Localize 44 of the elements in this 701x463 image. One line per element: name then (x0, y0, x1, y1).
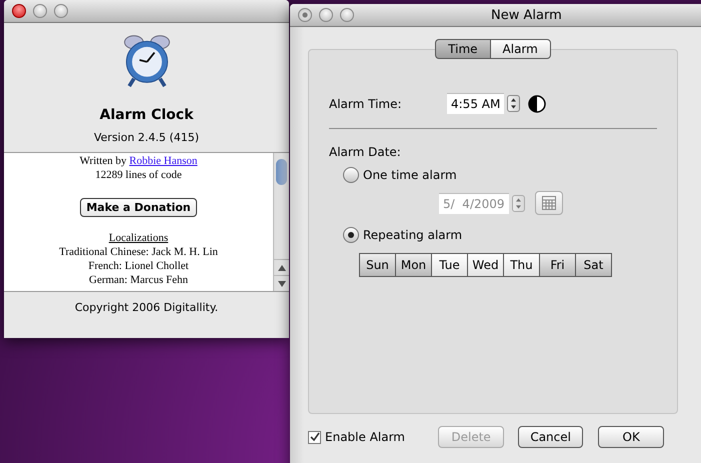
localization-credit: French: Lionel Chollet (87, 259, 190, 273)
weekday-toggle[interactable]: Mon (395, 253, 432, 277)
up-arrow-icon[interactable] (511, 98, 516, 102)
alarm-time-label: Alarm Time: (329, 96, 403, 110)
weekday-toggle[interactable]: Sun (359, 253, 396, 277)
checkmark-icon (310, 432, 320, 442)
calendar-button[interactable] (534, 191, 563, 215)
scroll-thumb[interactable] (276, 159, 287, 185)
weekday-toggle[interactable]: Tue (431, 253, 468, 277)
half-moon-icon (528, 94, 546, 112)
donation-button[interactable]: Make a Donation (80, 198, 197, 217)
calendar-icon (542, 196, 556, 210)
time-field[interactable]: 4:55 AM (447, 93, 504, 114)
written-by-text: Written by (80, 155, 126, 167)
app-name: Alarm Clock (100, 107, 194, 123)
close-button[interactable] (298, 8, 312, 22)
localization-credit: German: Marcus Fehn (88, 273, 189, 287)
down-arrow-icon[interactable] (511, 105, 516, 109)
tab[interactable]: Alarm (490, 39, 551, 59)
dialog-button[interactable]: OK (598, 426, 664, 448)
minimize-button[interactable] (33, 4, 47, 18)
weekday-toggle[interactable]: Fri (539, 253, 576, 277)
enable-alarm-checkbox[interactable]: Enable Alarm (308, 430, 438, 444)
lines-of-code-text: 12289 lines of code (94, 168, 183, 182)
alarm-date-label: Alarm Date: (329, 145, 402, 159)
radio-button[interactable]: Repeating alarm (343, 225, 657, 245)
zoom-button[interactable] (340, 8, 354, 22)
weekday-toggle[interactable]: Sat (575, 253, 612, 277)
zoom-button[interactable] (54, 4, 68, 18)
dialog-button[interactable]: Cancel (518, 426, 584, 448)
scroll-down-icon[interactable] (278, 280, 286, 286)
close-button[interactable] (12, 4, 26, 18)
window-title: New Alarm (491, 8, 562, 22)
copyright-text: Copyright 2006 Digitallity. (74, 300, 220, 314)
version-text: Version 2.4.5 (415) (94, 131, 199, 144)
localizations-heading: Localizations (108, 231, 170, 245)
author-link[interactable]: Robbie Hanson (129, 155, 198, 167)
minimize-button[interactable] (319, 8, 333, 22)
weekday-toggle[interactable]: Thu (503, 253, 540, 277)
weekday-toggle[interactable]: Wed (467, 253, 504, 277)
tab[interactable]: Time (435, 39, 490, 59)
localization-credit: Traditional Chinese: Jack M. H. Lin (58, 245, 219, 259)
radio-button[interactable]: One time alarm (343, 165, 657, 185)
scroll-up-icon[interactable] (278, 264, 286, 270)
